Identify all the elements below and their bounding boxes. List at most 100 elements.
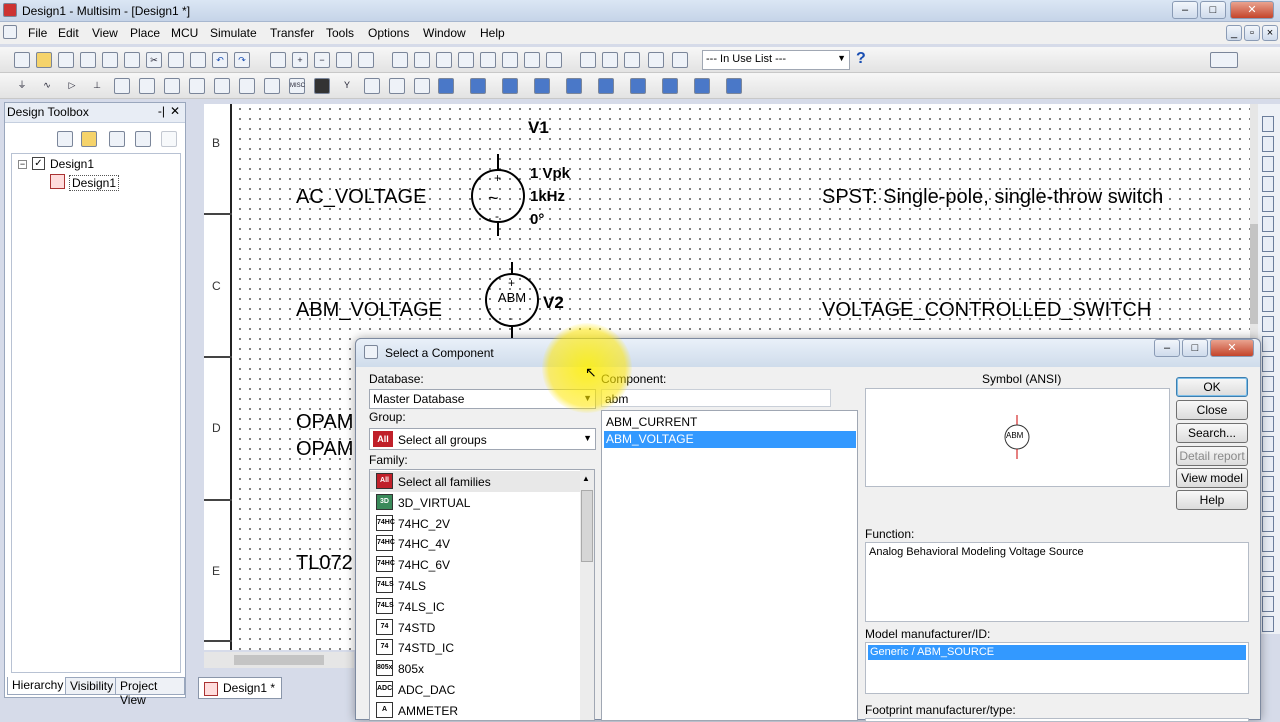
pin-icon[interactable]: -|	[158, 104, 165, 118]
family-item[interactable]: 74 74STD	[370, 617, 580, 638]
group-select[interactable]: All Select all groups ▼	[369, 428, 596, 450]
analysis-dropdown-icon[interactable]	[534, 78, 550, 94]
electromechanical-icon[interactable]	[364, 78, 380, 94]
agilent-multimeter-icon[interactable]	[1262, 416, 1274, 432]
design-toolbox-icon[interactable]	[436, 52, 452, 68]
graph-icon[interactable]	[502, 78, 518, 94]
instrument-extra-icon[interactable]	[1262, 556, 1274, 572]
database-manager-icon[interactable]	[458, 52, 474, 68]
save-icon[interactable]	[58, 52, 74, 68]
oscilloscope-icon[interactable]	[1262, 176, 1274, 192]
scroll-up-icon[interactable]: ▲	[582, 474, 590, 483]
logic-analyzer-icon[interactable]	[1262, 296, 1274, 312]
in-use-list-select[interactable]: --- In Use List --- ▼	[702, 50, 850, 70]
grapher-icon[interactable]	[480, 52, 496, 68]
delete-design-icon[interactable]	[161, 131, 177, 147]
analog-icon[interactable]	[114, 78, 130, 94]
analysis-icon[interactable]	[546, 52, 562, 68]
family-item[interactable]: 74HC 74HC_2V	[370, 513, 580, 534]
paste-icon[interactable]	[190, 52, 206, 68]
tab-visibility[interactable]: Visibility	[65, 677, 119, 695]
horizontal-scrollbar[interactable]	[204, 652, 354, 668]
measurement-probe-icon[interactable]	[1262, 536, 1274, 552]
component-wizard-icon[interactable]	[602, 52, 618, 68]
spectrum-analyzer-icon[interactable]	[1262, 356, 1274, 372]
maximize-icon[interactable]: □	[1200, 1, 1226, 19]
zoom-out-icon[interactable]: −	[314, 52, 330, 68]
forward-annotate-icon[interactable]	[672, 52, 688, 68]
family-scroll-thumb[interactable]	[581, 490, 593, 562]
instrument-icon[interactable]	[1210, 52, 1238, 68]
labview-icon[interactable]	[1262, 476, 1274, 492]
family-item[interactable]: All Select all families	[370, 471, 580, 492]
help-button[interactable]: Help	[1176, 490, 1248, 510]
open-icon[interactable]	[36, 52, 52, 68]
print-icon[interactable]	[102, 52, 118, 68]
family-item[interactable]: 74HC 74HC_6V	[370, 554, 580, 575]
instrument-extra-icon[interactable]	[1262, 596, 1274, 612]
iv-analyzer-icon[interactable]	[1262, 316, 1274, 332]
save-design-icon[interactable]	[109, 131, 125, 147]
redo-icon[interactable]: ↷	[234, 52, 250, 68]
vertical-scroll-thumb[interactable]	[1250, 224, 1258, 324]
menu-tools[interactable]: Tools	[326, 26, 354, 40]
resistor-icon[interactable]: ∿	[39, 78, 55, 94]
logic-converter-icon[interactable]	[1262, 276, 1274, 292]
diode-icon[interactable]: ▷	[64, 78, 80, 94]
menu-mcu[interactable]: MCU	[171, 26, 198, 40]
help-icon[interactable]: ?	[856, 50, 866, 68]
menu-simulate[interactable]: Simulate	[210, 26, 257, 40]
distortion-analyzer-icon[interactable]	[1262, 336, 1274, 352]
mdi-restore-icon[interactable]: ▫	[1244, 25, 1260, 41]
rf-icon[interactable]: Y	[339, 78, 355, 94]
menu-window[interactable]: Window	[423, 26, 466, 40]
multimeter-icon[interactable]	[1262, 116, 1274, 132]
dialog-minimize-icon[interactable]: –	[1154, 339, 1180, 357]
zoom-in-icon[interactable]: +	[292, 52, 308, 68]
instrument-extra-icon[interactable]	[1262, 576, 1274, 592]
settings-icon[interactable]	[726, 78, 742, 94]
cmos-icon[interactable]	[164, 78, 180, 94]
agilent-generator-icon[interactable]	[1262, 396, 1274, 412]
four-channel-scope-icon[interactable]	[1262, 196, 1274, 212]
family-item[interactable]: 74 74STD_IC	[370, 637, 580, 658]
open-design-icon[interactable]	[81, 131, 97, 147]
ground-icon[interactable]: ⏚	[14, 78, 30, 94]
collapse-icon[interactable]: −	[18, 160, 27, 169]
v1-refdes[interactable]: V1	[528, 118, 549, 138]
family-list[interactable]: All Select all families 3D 3D_VIRTUAL 74HC 74…	[369, 469, 595, 721]
close-button[interactable]: Close	[1176, 400, 1248, 420]
mdi-close-icon[interactable]: ×	[1262, 25, 1278, 41]
family-item[interactable]: A AMMETER	[370, 700, 580, 720]
new-icon[interactable]	[14, 52, 30, 68]
family-item[interactable]: 3D 3D_VIRTUAL	[370, 492, 580, 513]
ttl-icon[interactable]	[139, 78, 155, 94]
wattmeter-icon[interactable]	[1262, 156, 1274, 172]
close-icon[interactable]: ✕	[1230, 1, 1274, 19]
breadboard-icon[interactable]	[580, 52, 596, 68]
save-all-icon[interactable]	[80, 52, 96, 68]
family-scrollbar[interactable]: ▲	[580, 470, 594, 720]
tab-design1[interactable]: Design1 *	[198, 677, 282, 699]
bode-plotter-icon[interactable]	[1262, 216, 1274, 232]
title-block-icon[interactable]	[624, 52, 640, 68]
menu-file[interactable]: File	[28, 26, 47, 40]
wire-icon[interactable]	[598, 78, 614, 94]
tektronix-scope-icon[interactable]	[1262, 456, 1274, 472]
postprocessor-icon[interactable]	[502, 52, 518, 68]
search-icon[interactable]	[392, 52, 408, 68]
menu-transfer[interactable]: Transfer	[270, 26, 314, 40]
instrument-extra-icon[interactable]	[1262, 616, 1274, 632]
zoom-fit-icon[interactable]	[358, 52, 374, 68]
dialog-close-icon[interactable]: ✕	[1210, 339, 1254, 357]
component-item-abm-current[interactable]: ABM_CURRENT	[604, 414, 854, 431]
power-icon[interactable]	[264, 78, 280, 94]
component-input[interactable]: abm	[601, 389, 831, 407]
v2-refdes[interactable]: V2	[543, 293, 564, 313]
mdi-minimize-icon[interactable]: _	[1226, 25, 1242, 41]
close-design-icon[interactable]	[135, 131, 151, 147]
checkbox-icon[interactable]: ✓	[32, 157, 45, 170]
dialog-maximize-icon[interactable]: □	[1182, 339, 1208, 357]
tab-hierarchy[interactable]: Hierarchy	[7, 677, 69, 695]
tree-root-label[interactable]: Design1	[50, 157, 94, 171]
